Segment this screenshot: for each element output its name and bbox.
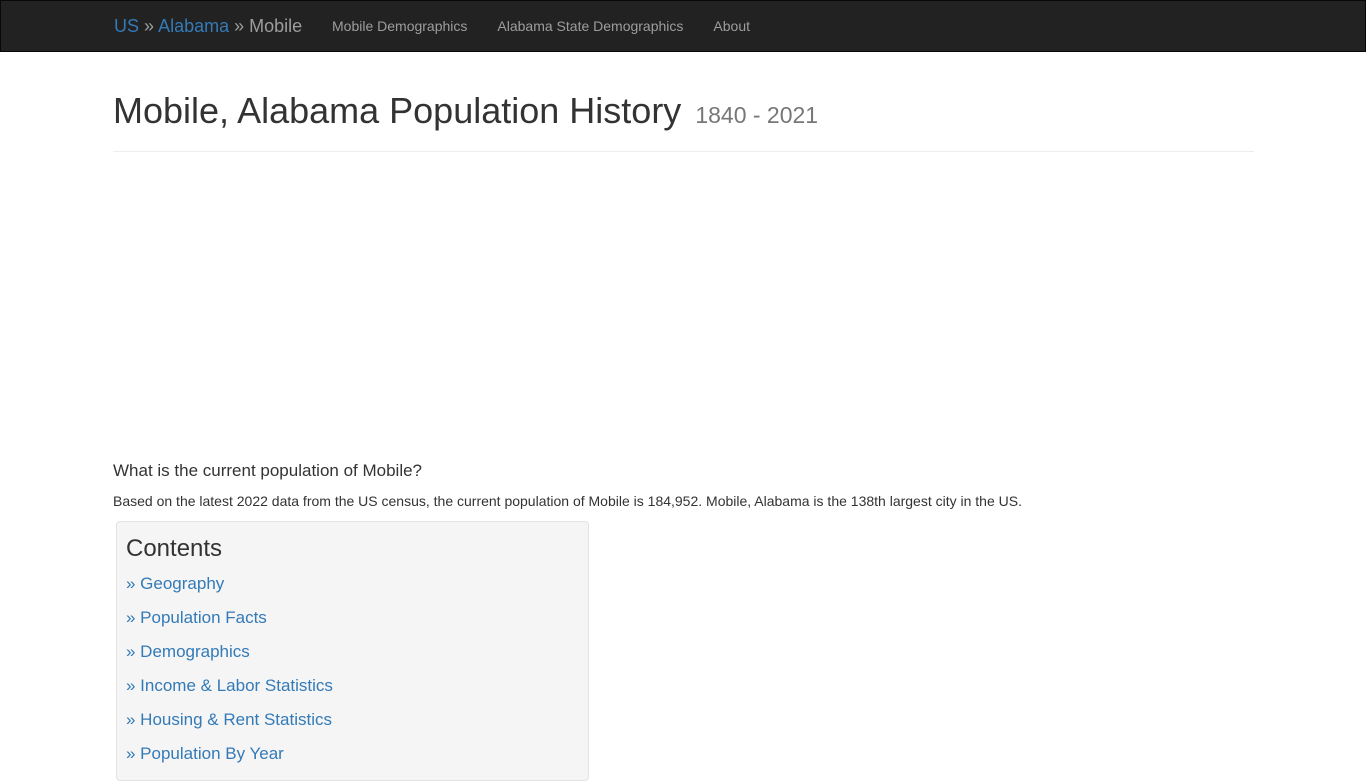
nav-link-mobile-demographics[interactable]: Mobile Demographics	[317, 1, 482, 51]
breadcrumb: US » Alabama » Mobile	[114, 1, 302, 51]
population-answer: Based on the latest 2022 data from the U…	[113, 493, 1022, 509]
list-item: » Geography	[126, 570, 579, 604]
list-item: » Population By Year	[126, 740, 579, 774]
breadcrumb-alabama-link[interactable]: Alabama	[158, 16, 229, 36]
breadcrumb-separator: »	[144, 16, 155, 36]
contents-link-demographics[interactable]: » Demographics	[126, 642, 250, 661]
breadcrumb-separator: »	[234, 16, 245, 36]
page-title-text: Mobile, Alabama Population History	[113, 90, 682, 131]
contents-link-housing-rent[interactable]: » Housing & Rent Statistics	[126, 710, 332, 729]
nav-links: Mobile Demographics Alabama State Demogr…	[317, 1, 765, 51]
page-title: Mobile, Alabama Population History 1840 …	[113, 88, 1254, 138]
contents-link-income-labor[interactable]: » Income & Labor Statistics	[126, 676, 333, 695]
ad-placeholder	[113, 165, 1254, 440]
page-header: Mobile, Alabama Population History 1840 …	[113, 88, 1254, 152]
breadcrumb-us-link[interactable]: US	[114, 16, 139, 36]
list-item: » Housing & Rent Statistics	[126, 706, 579, 740]
contents-panel: Contents » Geography » Population Facts …	[116, 521, 589, 781]
list-item: » Income & Labor Statistics	[126, 672, 579, 706]
nav-link-about[interactable]: About	[698, 1, 765, 51]
population-question: What is the current population of Mobile…	[113, 461, 423, 480]
list-item: » Population Facts	[126, 604, 579, 638]
nav-link-alabama-demographics[interactable]: Alabama State Demographics	[482, 1, 698, 51]
list-item: » Demographics	[126, 638, 579, 672]
contents-link-geography[interactable]: » Geography	[126, 574, 224, 593]
contents-link-population-by-year[interactable]: » Population By Year	[126, 744, 284, 763]
contents-link-population-facts[interactable]: » Population Facts	[126, 608, 267, 627]
breadcrumb-current-city: Mobile	[249, 16, 303, 36]
contents-list: » Geography » Population Facts » Demogra…	[126, 570, 579, 774]
contents-title: Contents	[126, 535, 223, 562]
top-navbar: US » Alabama » Mobile Mobile Demographic…	[0, 0, 1366, 52]
page-title-years: 1840 - 2021	[695, 102, 819, 128]
